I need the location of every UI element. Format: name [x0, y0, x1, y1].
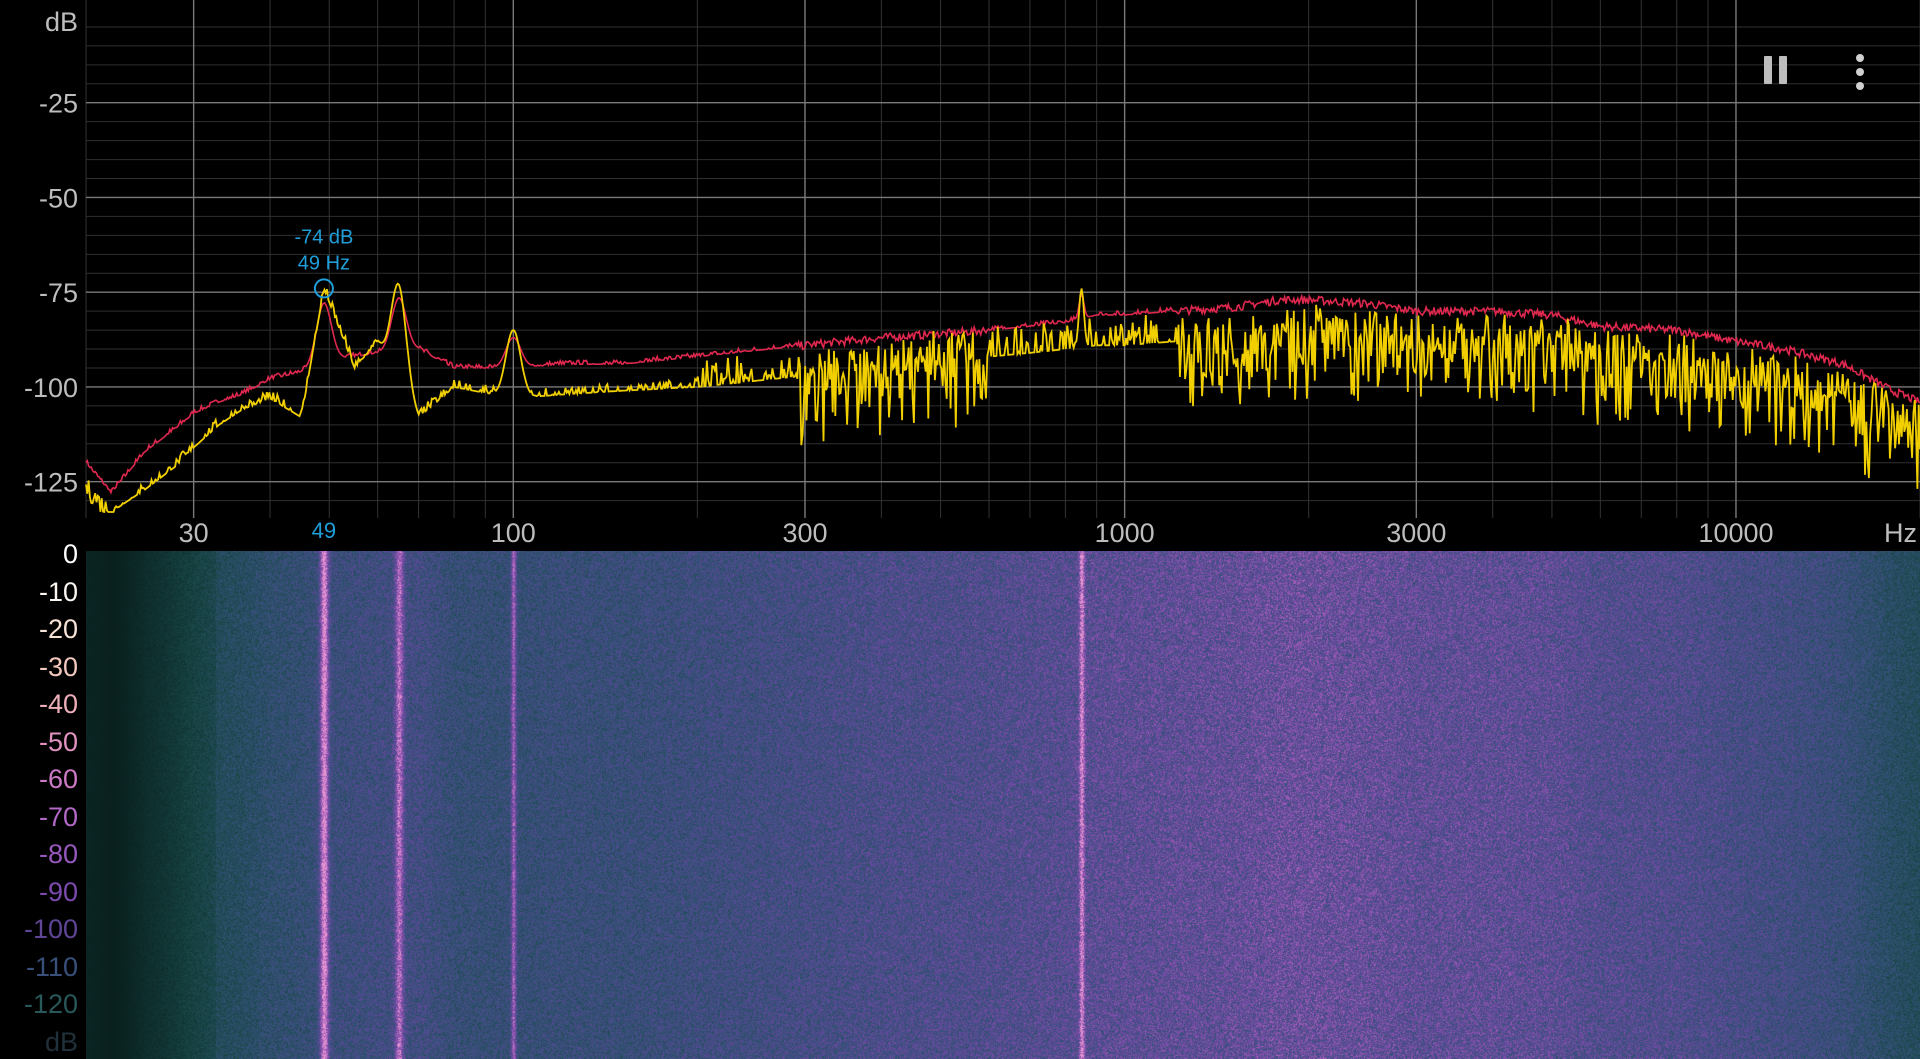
- y-axis-unit: dB: [45, 7, 78, 37]
- x-tick-label: 30: [179, 518, 209, 548]
- peak-db-label: -74 dB: [294, 226, 353, 248]
- y-tick-label: -125: [24, 468, 78, 498]
- scale-tick-label: -40: [38, 689, 78, 719]
- scale-tick-label: -70: [38, 801, 78, 832]
- scale-tick-label: -60: [38, 764, 78, 794]
- spectrum-chart[interactable]: -25-50-75-100-125 30 100 300 1000 3000 10000 …: [0, 0, 1920, 551]
- peak-hz-label: 49 Hz: [298, 252, 350, 274]
- y-tick-label: -50: [39, 183, 78, 213]
- y-tick-label: -100: [24, 373, 78, 403]
- scale-tick-label: 0: [62, 539, 78, 569]
- spectrogram-waterfall[interactable]: [86, 551, 1920, 1059]
- scale-tick-label: -30: [38, 651, 78, 682]
- x-axis-unit: Hz: [1884, 518, 1917, 548]
- y-tick-label: -75: [39, 278, 78, 308]
- spectrogram-panel[interactable]: 0 -10 -20 -30 -40 -50 -60 -70 -80 -90 -100 -110 -120…: [0, 539, 1920, 1059]
- scale-tick-label: -50: [38, 726, 78, 757]
- scale-tick-label: -100: [23, 914, 78, 944]
- x-tick-label: 100: [491, 518, 536, 548]
- pause-icon: [1752, 48, 1800, 96]
- pause-button[interactable]: [1752, 48, 1800, 96]
- overflow-menu-button[interactable]: [1836, 48, 1884, 96]
- scale-unit-label: dB: [44, 1026, 78, 1057]
- scale-tick-label: -110: [25, 951, 78, 982]
- scale-tick-label: -20: [38, 614, 78, 644]
- more-vertical-icon: [1836, 48, 1884, 96]
- peak-axis-label: 49: [312, 518, 336, 543]
- scale-tick-label: -80: [38, 839, 78, 869]
- x-tick-label: 1000: [1095, 518, 1155, 548]
- y-tick-label: -25: [39, 89, 78, 119]
- scale-tick-label: -90: [38, 876, 78, 907]
- spectrogram-color-scale: 0 -10 -20 -30 -40 -50 -60 -70 -80 -90 -100 -110 -120…: [0, 539, 86, 1059]
- scale-tick-label: -10: [38, 576, 78, 607]
- x-tick-label: 3000: [1386, 518, 1446, 548]
- x-tick-label: 300: [782, 518, 827, 548]
- scale-tick-label: -120: [23, 989, 78, 1019]
- x-tick-label: 10000: [1698, 518, 1773, 548]
